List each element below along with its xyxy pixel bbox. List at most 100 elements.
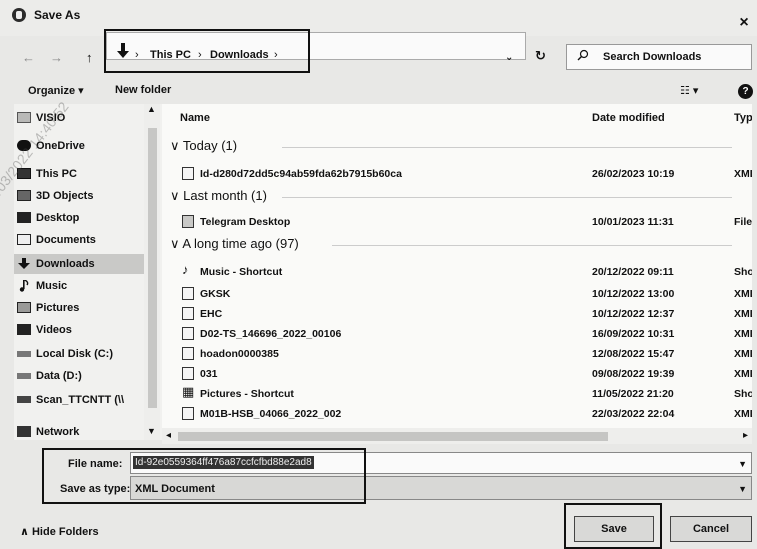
file-row[interactable]: EHC 10/12/2022 12:37 XML bbox=[162, 304, 752, 324]
xml-file-icon bbox=[182, 167, 194, 180]
file-type: XML bbox=[734, 168, 752, 180]
new-folder-button[interactable]: New folder bbox=[115, 84, 171, 96]
navigation-pane: VISIO OneDrive This PC 3D Objects Desktop Doc… bbox=[14, 104, 162, 440]
horizontal-scroll-thumb[interactable] bbox=[178, 432, 608, 441]
file-list: Name Date modified Type ∨ Today (1) Id-d2… bbox=[162, 104, 752, 428]
filename-highlight-box bbox=[42, 448, 366, 504]
forward-arrow-icon[interactable]: → bbox=[50, 50, 63, 65]
file-row[interactable]: ♪ Music - Shortcut 20/12/2022 09:11 Shor bbox=[162, 262, 752, 282]
file-date: 26/02/2023 10:19 bbox=[592, 168, 675, 180]
chevron-down-icon[interactable]: ▼ bbox=[738, 484, 747, 494]
column-header-name[interactable]: Name bbox=[180, 112, 210, 124]
sidebar-item-local-disk-c[interactable]: Local Disk (C:) bbox=[14, 344, 144, 364]
sidebar-item-desktop[interactable]: Desktop bbox=[14, 208, 144, 228]
file-type: XML bbox=[734, 408, 752, 420]
scroll-right-icon[interactable]: ▸ bbox=[743, 430, 748, 441]
chevron-down-icon[interactable]: ▼ bbox=[738, 459, 747, 469]
file-type: Shor bbox=[734, 266, 752, 278]
xml-file-icon bbox=[182, 347, 194, 360]
sidebar-item-pictures[interactable]: Pictures bbox=[14, 298, 144, 318]
xml-file-icon bbox=[182, 407, 194, 420]
scroll-down-icon[interactable]: ▼ bbox=[147, 426, 156, 436]
file-row[interactable]: M01B-HSB_04066_2022_002 22/03/2022 22:04 X… bbox=[162, 404, 752, 424]
file-row[interactable]: D02-TS_146696_2022_00106 16/09/2022 10:31… bbox=[162, 324, 752, 344]
sidebar-item-documents[interactable]: Documents bbox=[14, 230, 144, 250]
file-date: 10/12/2022 12:37 bbox=[592, 308, 675, 320]
address-highlight-box bbox=[104, 29, 310, 73]
sidebar-item-data-d[interactable]: Data (D:) bbox=[14, 366, 144, 386]
folder-icon bbox=[17, 112, 31, 123]
cancel-button[interactable]: Cancel bbox=[670, 516, 752, 542]
group-header[interactable]: ∨ A long time ago (97) bbox=[170, 236, 299, 252]
sidebar-item-network[interactable]: Network⌄ bbox=[14, 422, 157, 440]
sidebar-item-visio[interactable]: VISIO bbox=[14, 108, 144, 128]
drive-icon bbox=[17, 373, 31, 379]
file-row[interactable]: Telegram Desktop 10/01/2023 11:31 File f bbox=[162, 212, 752, 232]
sidebar-item-label: Scan_TTCNTT (\\ bbox=[36, 394, 125, 406]
sidebar-item-3d-objects[interactable]: 3D Objects bbox=[14, 186, 144, 206]
file-date: 10/01/2023 11:31 bbox=[592, 216, 674, 228]
sidebar-scrollbar[interactable]: ▲ ▼ bbox=[144, 104, 160, 440]
close-button[interactable]: × bbox=[735, 14, 753, 32]
organize-button[interactable]: Organize ▾ bbox=[28, 84, 84, 97]
refresh-icon[interactable]: ↻ bbox=[535, 48, 546, 64]
file-name: GKSK bbox=[200, 288, 231, 300]
file-name: 031 bbox=[200, 368, 218, 380]
sidebar-item-music[interactable]: Music bbox=[14, 276, 144, 296]
group-header[interactable]: ∨ Today (1) bbox=[170, 138, 237, 154]
file-name: Music - Shortcut bbox=[200, 266, 283, 278]
sidebar-item-this-pc[interactable]: This PC bbox=[14, 164, 144, 184]
back-arrow-icon[interactable]: ← bbox=[22, 50, 35, 65]
view-options-button[interactable]: ☷ ▾ bbox=[680, 84, 698, 97]
file-row[interactable]: 031 09/08/2022 19:39 XML bbox=[162, 364, 752, 384]
search-icon bbox=[577, 49, 589, 64]
window-title: Save As bbox=[34, 8, 81, 22]
file-row[interactable]: ▦ Pictures - Shortcut 11/05/2022 21:20 Shor bbox=[162, 384, 752, 404]
sidebar-item-downloads[interactable]: Downloads bbox=[14, 254, 144, 274]
group-divider bbox=[282, 147, 732, 148]
column-header-date[interactable]: Date modified bbox=[592, 112, 665, 124]
network-drive-icon bbox=[17, 396, 31, 403]
app-icon bbox=[12, 8, 26, 22]
music-shortcut-icon: ♪ bbox=[182, 262, 189, 277]
music-icon bbox=[17, 279, 31, 292]
help-icon[interactable]: ? bbox=[738, 84, 753, 99]
file-row[interactable]: Id-d280d72dd5c94ab59fda62b7915b60ca 26/02… bbox=[162, 164, 752, 184]
file-type: XML bbox=[734, 328, 752, 340]
xml-file-icon bbox=[182, 367, 194, 380]
download-icon bbox=[17, 258, 31, 269]
file-date: 22/03/2022 22:04 bbox=[592, 408, 675, 420]
group-header[interactable]: ∨ Last month (1) bbox=[170, 188, 267, 204]
column-header-type[interactable]: Type bbox=[734, 112, 752, 124]
file-row[interactable]: hoadon0000385 12/08/2022 15:47 XML bbox=[162, 344, 752, 364]
sidebar-item-videos[interactable]: Videos bbox=[14, 320, 144, 340]
drive-icon bbox=[17, 351, 31, 357]
scroll-up-icon[interactable]: ▲ bbox=[147, 104, 156, 114]
sidebar-item-label: Data (D:) bbox=[36, 370, 82, 382]
hide-folders-button[interactable]: ∧ Hide Folders bbox=[20, 525, 99, 538]
chevron-down-icon[interactable]: ⌄ bbox=[505, 52, 513, 63]
pictures-shortcut-icon: ▦ bbox=[182, 384, 195, 399]
file-date: 12/08/2022 15:47 bbox=[592, 348, 675, 360]
file-row[interactable]: GKSK 10/12/2022 13:00 XML bbox=[162, 284, 752, 304]
scroll-left-icon[interactable]: ◂ bbox=[166, 430, 171, 441]
file-name: D02-TS_146696_2022_00106 bbox=[200, 328, 342, 340]
sidebar-item-scan-ttcntt[interactable]: Scan_TTCNTT (\\ bbox=[14, 390, 144, 410]
group-divider bbox=[282, 197, 732, 198]
file-name: M01B-HSB_04066_2022_002 bbox=[200, 408, 342, 420]
file-type: XML bbox=[734, 308, 752, 320]
file-name: Telegram Desktop bbox=[200, 216, 291, 228]
file-date: 20/12/2022 09:11 bbox=[592, 266, 674, 278]
sidebar-item-label: Pictures bbox=[36, 302, 80, 314]
file-name: EHC bbox=[200, 308, 223, 320]
file-type: XML bbox=[734, 348, 752, 360]
file-date: 09/08/2022 19:39 bbox=[592, 368, 675, 380]
file-date: 16/09/2022 10:31 bbox=[592, 328, 675, 340]
up-arrow-icon[interactable]: ↑ bbox=[86, 50, 93, 65]
sidebar-scroll-thumb[interactable] bbox=[148, 128, 157, 408]
documents-icon bbox=[17, 234, 31, 245]
sidebar-item-label: Downloads bbox=[36, 258, 95, 270]
horizontal-scrollbar[interactable]: ◂ ▸ bbox=[162, 428, 752, 444]
xml-file-icon bbox=[182, 307, 194, 320]
search-input[interactable]: Search Downloads bbox=[566, 44, 752, 70]
